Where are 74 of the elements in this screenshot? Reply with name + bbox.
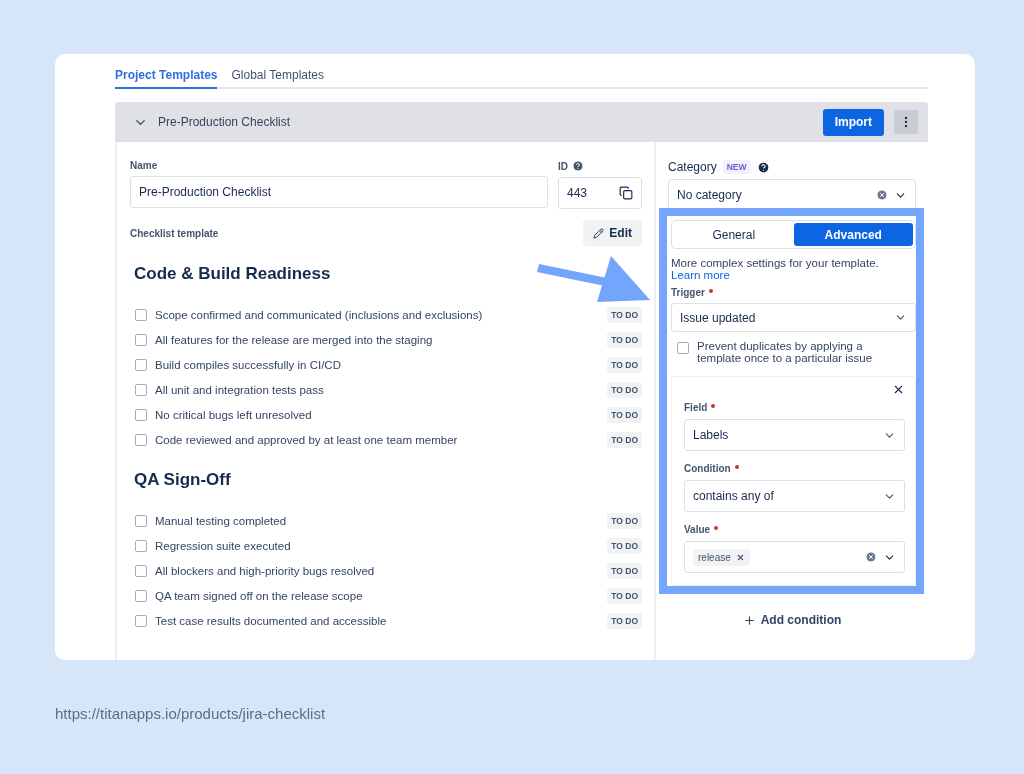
- remove-icon[interactable]: [735, 552, 745, 562]
- status-label: TO DO: [607, 406, 642, 423]
- field-label: Category: [668, 160, 717, 174]
- checkbox[interactable]: [135, 433, 147, 446]
- help-icon: [572, 160, 584, 172]
- copy-icon[interactable]: [619, 186, 633, 200]
- checklist-item: Regression suite executed: [155, 539, 292, 552]
- import-button[interactable]: Import: [822, 108, 884, 136]
- checklist-item: Build compiles successfully in CI/CD: [155, 358, 342, 371]
- plus-icon: [742, 613, 756, 627]
- checklist-item: QA team signed off on the release scope: [155, 589, 364, 602]
- category-select[interactable]: No category: [668, 179, 916, 211]
- field-label: Trigger: [671, 287, 916, 299]
- learn-more-link[interactable]: Learn more: [671, 269, 916, 282]
- status-label: TO DO: [607, 537, 642, 554]
- section-heading: QA Sign-Off: [134, 470, 232, 490]
- checkbox[interactable]: [135, 589, 147, 602]
- status-label: TO DO: [607, 512, 642, 529]
- clear-icon[interactable]: [876, 189, 888, 201]
- checklist-item: Code reviewed and approved by at least one team member: [155, 433, 459, 446]
- status-label: TO DO: [607, 587, 642, 604]
- field-label: Condition: [684, 463, 905, 474]
- checkbox[interactable]: [135, 514, 147, 527]
- tab[interactable]: Global Templates: [231, 68, 324, 89]
- checklist-item: All unit and integration tests pass: [155, 383, 325, 396]
- checkbox[interactable]: [135, 564, 147, 577]
- tab[interactable]: Project Templates: [115, 68, 218, 89]
- checkbox[interactable]: [135, 383, 147, 396]
- checklist-item: All blockers and high-priority bugs resolved: [155, 564, 376, 577]
- checkbox-label: Prevent duplicates by applying a template once to a particular issue: [697, 340, 874, 364]
- more-button[interactable]: [894, 110, 918, 134]
- status-label: TO DO: [607, 331, 642, 348]
- checkbox[interactable]: [135, 308, 147, 321]
- checklist-item: Manual testing completed: [155, 514, 288, 527]
- edit-button[interactable]: Edit: [583, 220, 642, 246]
- field-label: Value: [684, 524, 905, 535]
- checkbox[interactable]: [135, 539, 147, 552]
- checklist-item: No critical bugs left unresolved: [155, 408, 313, 421]
- status-label: TO DO: [607, 562, 642, 579]
- mode-tab[interactable]: Advanced: [793, 223, 913, 247]
- field-label: ID: [558, 160, 642, 172]
- close-icon[interactable]: [892, 383, 905, 396]
- field-label: Field: [684, 402, 905, 413]
- help-icon: [756, 160, 770, 174]
- status-label: TO DO: [607, 306, 642, 323]
- trigger-select[interactable]: Issue updated: [671, 303, 916, 332]
- checkbox[interactable]: [677, 342, 689, 354]
- source-url: https://titanapps.io/products/jira-checklist: [55, 705, 326, 722]
- value-select[interactable]: release: [684, 541, 905, 573]
- checklist-item: All features for the release are merged into the staging: [155, 333, 434, 346]
- add-condition-button[interactable]: Add condition: [736, 612, 848, 628]
- id-field[interactable]: 443: [558, 177, 642, 209]
- pencil-icon: [593, 227, 605, 239]
- checkbox[interactable]: [135, 333, 147, 346]
- checkbox[interactable]: [135, 358, 147, 371]
- section-heading: Code & Build Readiness: [134, 264, 332, 284]
- clear-icon[interactable]: [865, 551, 877, 563]
- tag: release: [693, 548, 750, 566]
- status-label: TO DO: [607, 431, 642, 448]
- checklist-item: Test case results documented and accessible: [155, 614, 388, 627]
- status-label: TO DO: [607, 381, 642, 398]
- template-title: Pre-Production Checklist: [158, 115, 292, 129]
- field-label: Name: [130, 160, 159, 171]
- checkbox[interactable]: [135, 408, 147, 421]
- new-badge: NEW: [722, 160, 751, 174]
- description-text: More complex settings for your template.: [671, 257, 880, 270]
- field-select[interactable]: Labels: [684, 419, 905, 451]
- name-field[interactable]: Pre-Production Checklist: [130, 176, 548, 208]
- checkbox[interactable]: [135, 614, 147, 627]
- section-label: Checklist template: [130, 227, 219, 239]
- condition-select[interactable]: contains any of: [684, 480, 905, 512]
- status-label: TO DO: [607, 356, 642, 373]
- checklist-item: Scope confirmed and communicated (inclusions and exclusions): [155, 308, 484, 321]
- status-label: TO DO: [607, 612, 642, 629]
